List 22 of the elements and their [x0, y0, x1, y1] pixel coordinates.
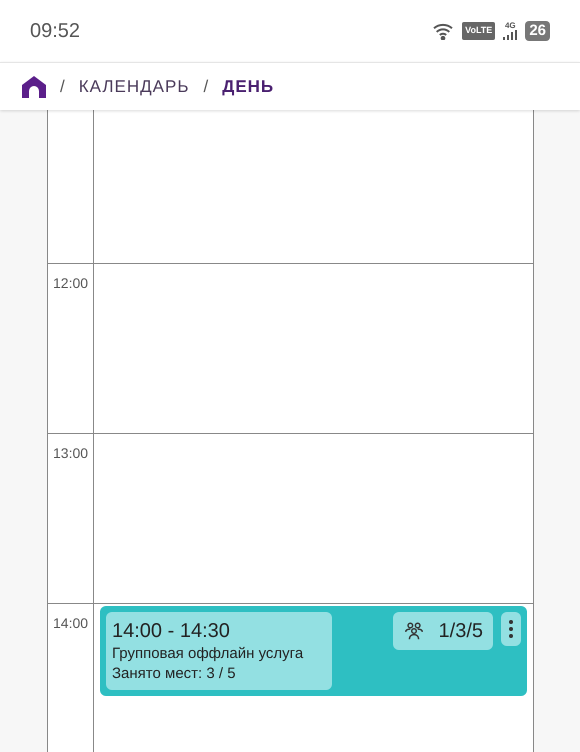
people-icon: [402, 620, 425, 642]
breadcrumb-separator: /: [60, 76, 65, 98]
event-seats: Занято мест: 3 / 5: [112, 664, 326, 684]
hour-label: 13:00: [53, 445, 88, 461]
breadcrumb-link[interactable]: ДЕНЬ: [222, 74, 274, 100]
breadcrumb-link[interactable]: КАЛЕНДАРЬ: [78, 74, 190, 100]
breadcrumb-separator: /: [203, 76, 208, 98]
home-icon[interactable]: [22, 76, 46, 98]
more-button[interactable]: [501, 612, 521, 646]
clock: 09:52: [30, 19, 80, 44]
hour-label: 14:00: [53, 615, 88, 631]
event-title: Групповая оффлайн услуга: [112, 644, 304, 664]
volte-badge: VoLTE: [462, 22, 496, 40]
signal-icon: [503, 30, 518, 40]
wifi-icon: [432, 22, 454, 40]
event-time: 14:00 - 14:30: [112, 619, 231, 644]
battery-indicator: 26: [525, 21, 550, 41]
hour-label: 12:00: [53, 275, 88, 291]
more-icon: [509, 619, 513, 639]
event-card[interactable]: 14:00 - 14:30 Групповая оффлайн услуга Занято мест: 3 / 5 1/3/5: [100, 606, 527, 696]
network-label: 4G: [504, 22, 516, 30]
participants-button[interactable]: 1/3/5: [392, 612, 493, 650]
